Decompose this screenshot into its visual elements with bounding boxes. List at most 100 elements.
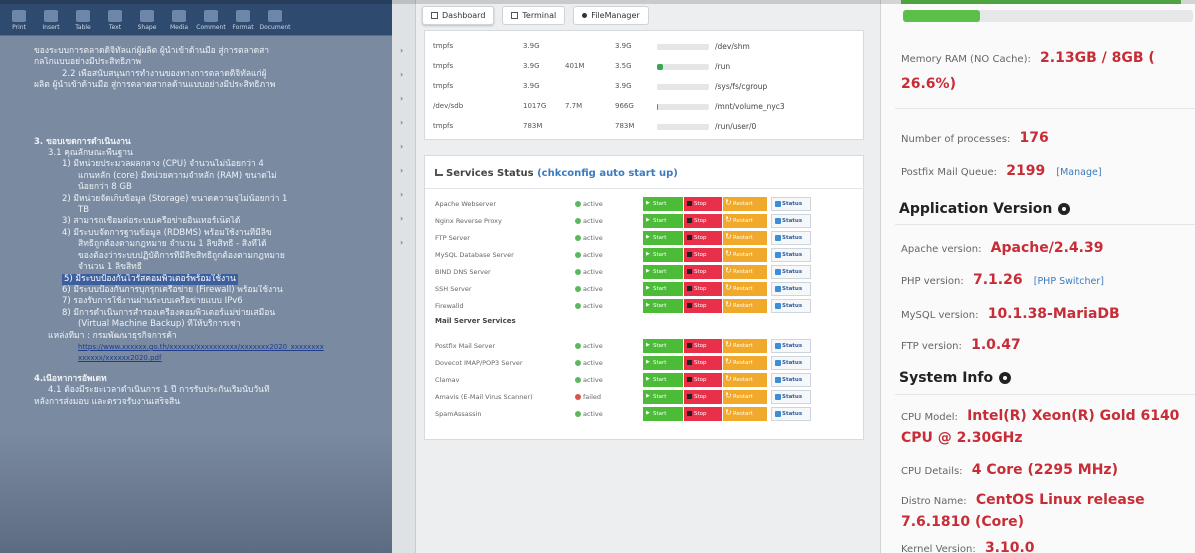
fs-used: 7.7M <box>565 102 583 110</box>
fs-type: tmpfs <box>433 42 454 50</box>
toolbar-label: Table <box>75 24 91 31</box>
service-state: active <box>575 200 603 208</box>
status-button[interactable]: Status <box>771 214 811 228</box>
status-button[interactable]: Status <box>771 339 811 353</box>
restart-button[interactable]: Restart <box>723 282 767 296</box>
restart-button[interactable]: Restart <box>723 407 767 421</box>
restart-button[interactable]: Restart <box>723 356 767 370</box>
document-link[interactable]: xxxxxx/xxxxxx2020.pdf <box>78 354 161 362</box>
start-button[interactable]: Start <box>643 373 683 387</box>
toolbar-button[interactable]: Print <box>6 10 32 31</box>
status-button[interactable]: Status <box>771 282 811 296</box>
document-paragraph: 4) มีระบบจัดการฐานข้อมูล (RDBMS) พร้อมใช… <box>62 227 272 238</box>
stop-button[interactable]: Stop <box>684 265 722 279</box>
start-button[interactable]: Start <box>643 390 683 404</box>
apache-value: Apache/2.4.39 <box>990 240 1104 256</box>
chevron-right-icon[interactable]: › <box>400 142 403 151</box>
chevron-right-icon[interactable]: › <box>400 118 403 127</box>
check-circle-icon <box>575 411 581 417</box>
status-button[interactable]: Status <box>771 407 811 421</box>
stop-button[interactable]: Stop <box>684 356 722 370</box>
start-button[interactable]: Start <box>643 299 683 313</box>
status-button[interactable]: Status <box>771 299 811 313</box>
distro-row: Distro Name: CentOS Linux release 7.6.18… <box>901 490 1191 534</box>
restart-button[interactable]: Restart <box>723 339 767 353</box>
chevron-right-icon[interactable]: › <box>400 214 403 223</box>
toolbar-button[interactable]: Format <box>230 10 256 31</box>
restart-button[interactable]: Restart <box>723 197 767 211</box>
toolbar-button[interactable]: Insert <box>38 10 64 31</box>
stop-button[interactable]: Stop <box>684 197 722 211</box>
gear-icon[interactable] <box>999 372 1012 384</box>
fs-avail: 3.9G <box>615 42 632 50</box>
start-button[interactable]: Start <box>643 282 683 296</box>
status-button[interactable]: Status <box>771 265 811 279</box>
distro-label: Distro Name: <box>901 496 967 507</box>
restart-button[interactable]: Restart <box>723 231 767 245</box>
chevron-right-icon[interactable]: › <box>400 70 403 79</box>
stop-button[interactable]: Stop <box>684 282 722 296</box>
state-label: failed <box>583 393 602 401</box>
document-paragraph: น้อยกว่า 8 GB <box>78 182 132 193</box>
start-button[interactable]: Start <box>643 197 683 211</box>
status-button[interactable]: Status <box>771 390 811 404</box>
status-button[interactable]: Status <box>771 231 811 245</box>
stop-button[interactable]: Stop <box>684 373 722 387</box>
chkconfig-link[interactable]: (chkconfig auto start up) <box>537 168 678 179</box>
start-button[interactable]: Start <box>643 231 683 245</box>
manage-link[interactable]: [Manage] <box>1056 167 1101 178</box>
service-row: Nginx Reverse Proxy active StartStopRestar… <box>425 213 865 229</box>
chevron-right-icon[interactable]: › <box>400 46 403 55</box>
status-button[interactable]: Status <box>771 356 811 370</box>
chevron-right-icon[interactable]: › <box>400 166 403 175</box>
restart-button[interactable]: Restart <box>723 214 767 228</box>
service-name: Apache Webserver <box>435 200 497 208</box>
stop-button[interactable]: Stop <box>684 407 722 421</box>
tab-filemanager[interactable]: FileManager <box>573 6 649 25</box>
memory-progress-bar <box>903 10 1193 22</box>
toolbar-button[interactable]: Shape <box>134 10 160 31</box>
restart-button[interactable]: Restart <box>723 248 767 262</box>
restart-button[interactable]: Restart <box>723 299 767 313</box>
gear-icon[interactable] <box>1058 203 1071 215</box>
tab-label: Dashboard <box>442 11 486 20</box>
stop-button[interactable]: Stop <box>684 339 722 353</box>
toolbar-button[interactable]: Document <box>259 10 291 31</box>
start-button[interactable]: Start <box>643 356 683 370</box>
start-button[interactable]: Start <box>643 265 683 279</box>
table-row: /dev/sdb 1017G 7.7M 966G/mnt/volume_nyc3 <box>425 99 865 115</box>
check-circle-icon <box>575 252 581 258</box>
start-button[interactable]: Start <box>643 339 683 353</box>
stop-button[interactable]: Stop <box>684 390 722 404</box>
status-button[interactable]: Status <box>771 248 811 262</box>
toolbar-button[interactable]: Text <box>102 10 128 31</box>
php-switcher-link[interactable]: [PHP Switcher] <box>1034 276 1104 287</box>
status-button[interactable]: Status <box>771 373 811 387</box>
stop-button[interactable]: Stop <box>684 214 722 228</box>
service-row: SSH Server active StartStopRestart Status <box>425 281 865 297</box>
chevron-right-icon[interactable]: › <box>400 94 403 103</box>
start-button[interactable]: Start <box>643 248 683 262</box>
document-link[interactable]: https://www.xxxxxx.go.th/xxxxxx/xxxxxxxx… <box>78 343 324 351</box>
kernel-label: Kernel Version: <box>901 544 976 553</box>
document-body[interactable]: ของระบบการตลาดดิจิทัลแก่ผู้ผลิต ผู้นำเข้… <box>0 36 392 408</box>
start-button[interactable]: Start <box>643 407 683 421</box>
chevron-right-icon[interactable]: › <box>400 190 403 199</box>
restart-button[interactable]: Restart <box>723 390 767 404</box>
toolbar-button[interactable]: Table <box>70 10 96 31</box>
link-line: https://www.xxxxxx.go.th/xxxxxx/xxxxxxxx… <box>34 342 382 353</box>
chevron-right-icon[interactable]: › <box>400 238 403 247</box>
tab-dashboard[interactable]: Dashboard <box>422 6 495 25</box>
status-button[interactable]: Status <box>771 197 811 211</box>
restart-button[interactable]: Restart <box>723 373 767 387</box>
toolbar-button[interactable]: Media <box>166 10 192 31</box>
restart-button[interactable]: Restart <box>723 265 767 279</box>
start-button[interactable]: Start <box>643 214 683 228</box>
check-circle-icon <box>575 269 581 275</box>
toolbar-button[interactable]: Comment <box>196 10 226 31</box>
stop-button[interactable]: Stop <box>684 248 722 262</box>
tab-terminal[interactable]: Terminal <box>502 6 566 25</box>
stop-button[interactable]: Stop <box>684 231 722 245</box>
stop-button[interactable]: Stop <box>684 299 722 313</box>
